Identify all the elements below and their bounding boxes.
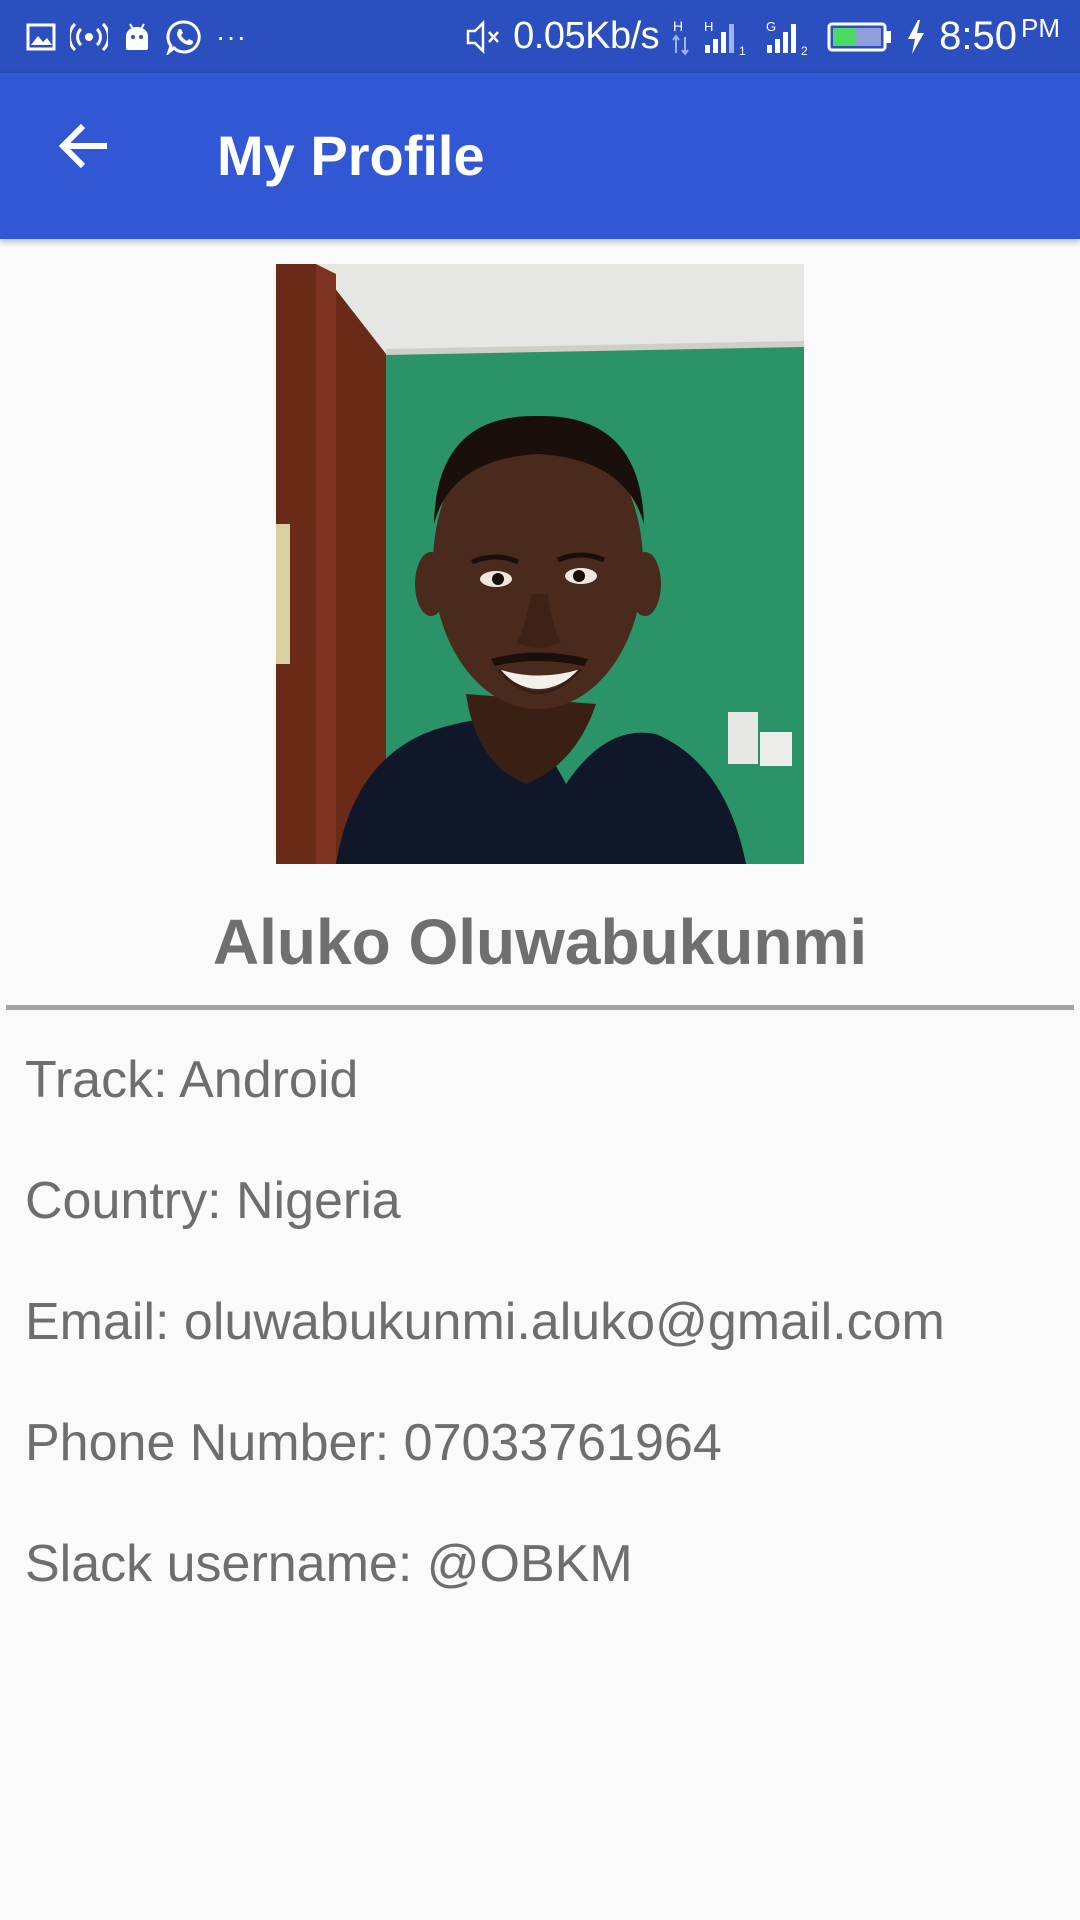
profile-name: Aluko Oluwabukunmi [212, 906, 868, 978]
data-arrows-icon: H [671, 17, 691, 57]
svg-text:H: H [673, 18, 683, 34]
sim1-type-label: H [704, 19, 713, 34]
app-bar: My Profile [0, 73, 1080, 239]
profile-photo [276, 264, 804, 864]
whatsapp-icon [166, 19, 202, 55]
gallery-icon [26, 23, 56, 51]
detail-phone: Phone Number: 07033761964 [25, 1414, 722, 1472]
svg-text:2: 2 [801, 44, 808, 57]
android-icon [122, 22, 152, 52]
mute-icon [465, 19, 501, 54]
detail-track: Track: Android [25, 1051, 359, 1109]
detail-email: Email: oluwabukunmi.aluko@gmail.com [25, 1293, 945, 1351]
divider [6, 1005, 1074, 1010]
signal-sim2-icon: G2 [765, 17, 815, 57]
status-bar: ··· 0.05Kb/s H H1 G2 8:50 PM [0, 0, 1080, 73]
network-speed: 0.05Kb/s [513, 15, 660, 57]
sim2-type-label: G [766, 19, 776, 34]
hotspot-icon [70, 22, 108, 52]
detail-country: Country: Nigeria [25, 1172, 401, 1230]
back-button[interactable] [44, 108, 124, 188]
battery-icon [827, 20, 893, 54]
arrow-left-icon [57, 122, 111, 175]
clock-time: 8:50 [939, 14, 1017, 58]
profile-details: Track: Android Country: Nigeria Email: o… [25, 1050, 1065, 1655]
signal-sim1-icon: H1 [703, 17, 753, 57]
svg-text:1: 1 [739, 44, 746, 57]
more-notifications-indicator: ··· [216, 20, 247, 52]
charging-icon [905, 19, 927, 55]
detail-slack: Slack username: @OBKM [25, 1535, 633, 1593]
page-title: My Profile [217, 124, 485, 187]
clock-ampm: PM [1021, 12, 1060, 43]
